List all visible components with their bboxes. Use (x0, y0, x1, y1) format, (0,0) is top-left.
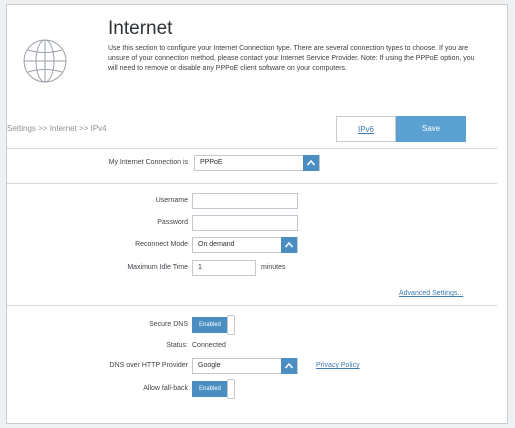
dns-provider-select[interactable]: Google (192, 358, 298, 374)
dns-provider-value: Google (198, 362, 221, 369)
breadcrumb: Settings >> Internet >> IPv4 (7, 124, 107, 133)
idle-time-label: Maximum Idle Time (127, 264, 188, 271)
chevron-up-icon[interactable] (281, 237, 297, 253)
password-label: Password (157, 219, 188, 226)
idle-time-field[interactable]: 1 (192, 260, 256, 276)
ipv6-button[interactable]: IPv6 (336, 116, 396, 142)
page-title: Internet (108, 18, 173, 39)
dns-provider-label: DNS over HTTP Provider (109, 362, 188, 369)
reconnect-mode-label: Reconnect Mode (135, 241, 188, 248)
fallback-label: Allow fall-back (143, 385, 188, 392)
connection-type-select[interactable]: PPPoE (194, 155, 320, 171)
reconnect-mode-select[interactable]: On demand (192, 237, 298, 253)
connection-type-label: My Internet Connection is (108, 159, 188, 166)
reconnect-mode-value: On demand (198, 241, 235, 248)
secure-dns-label: Secure DNS (149, 321, 188, 328)
chevron-up-icon[interactable] (303, 155, 319, 171)
divider (7, 305, 497, 306)
idle-time-unit: minutes (261, 264, 286, 271)
username-field[interactable] (192, 193, 298, 209)
toggle-knob[interactable] (227, 315, 235, 335)
divider (7, 148, 497, 149)
globe-icon (23, 39, 67, 83)
status-value: Connected (192, 342, 226, 349)
page-description: Use this section to configure your Inter… (108, 45, 475, 72)
toggle-knob[interactable] (227, 379, 235, 399)
secure-dns-toggle-state: Enabled (192, 317, 228, 333)
privacy-policy-link[interactable]: Privacy Policy (316, 362, 360, 369)
divider (7, 183, 497, 184)
advanced-settings-link[interactable]: Advanced Settings... (399, 290, 463, 297)
secure-dns-toggle[interactable]: Enabled (192, 315, 242, 335)
save-button[interactable]: Save (396, 116, 466, 142)
fallback-toggle[interactable]: Enabled (192, 379, 242, 399)
fallback-toggle-state: Enabled (192, 381, 228, 397)
username-label: Username (155, 197, 188, 204)
status-label: Status: (166, 342, 188, 349)
connection-type-value: PPPoE (200, 159, 223, 166)
chevron-up-icon[interactable] (281, 358, 297, 374)
password-field[interactable] (192, 215, 298, 231)
